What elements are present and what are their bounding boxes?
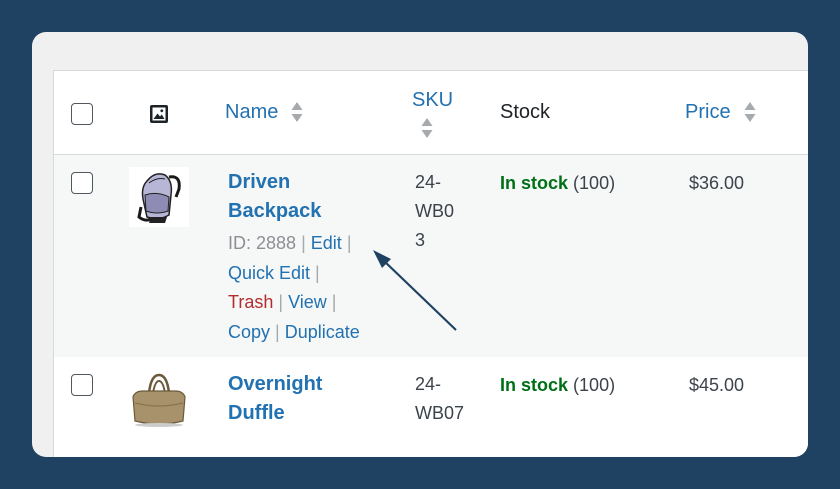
- product-name-link[interactable]: Overnight Duffle: [228, 370, 322, 428]
- product-id: ID: 2888: [228, 233, 297, 253]
- column-header-sku[interactable]: SKU: [412, 88, 453, 112]
- quick-edit-link[interactable]: Quick Edit: [228, 263, 310, 283]
- table-row: Driven Backpack ID: 2888 | Edit | Quick …: [54, 155, 808, 357]
- separator: |: [331, 292, 337, 312]
- stock-count: (100): [573, 375, 616, 395]
- trash-link[interactable]: Trash: [228, 292, 273, 312]
- separator: |: [301, 233, 306, 253]
- separator: |: [315, 262, 320, 283]
- sku-sort-icon[interactable]: [421, 117, 433, 139]
- duffle-bag-image: [132, 373, 186, 427]
- image-column-icon: [150, 105, 168, 123]
- products-table-card: Name SKU Stock Price Driven Backpack ID:…: [32, 32, 808, 457]
- separator: |: [278, 292, 284, 312]
- product-name-link[interactable]: Driven Backpack: [228, 168, 321, 226]
- sku-line: 24-: [415, 172, 442, 192]
- row-checkbox[interactable]: [71, 374, 93, 396]
- product-name-line: Overnight: [228, 373, 323, 395]
- in-stock-label: In stock: [500, 375, 569, 395]
- table-row: Overnight Duffle 24- WB07 In stock (100)…: [54, 357, 808, 457]
- separator: |: [346, 233, 352, 253]
- edit-link[interactable]: Edit: [311, 233, 342, 253]
- products-table: Name SKU Stock Price Driven Backpack ID:…: [53, 70, 808, 457]
- product-thumbnail-duffle[interactable]: [129, 369, 189, 429]
- stock-status: In stock (100): [500, 171, 615, 195]
- duplicate-link[interactable]: Duplicate: [285, 322, 360, 342]
- table-header: Name SKU Stock Price: [54, 71, 808, 155]
- column-header-name[interactable]: Name: [225, 100, 278, 124]
- sku-line: 24-: [415, 374, 442, 394]
- product-name-line: Duffle: [228, 402, 285, 424]
- product-name-line: Backpack: [228, 200, 322, 222]
- sku-line: WB07: [415, 403, 465, 423]
- stock-count: (100): [573, 173, 616, 193]
- backpack-image: [137, 173, 181, 223]
- sku-line: 3: [415, 230, 426, 250]
- product-sku: 24- WB07: [415, 370, 477, 428]
- sku-line: WB0: [415, 201, 455, 221]
- product-sku: 24- WB0 3: [415, 168, 477, 255]
- row-checkbox[interactable]: [71, 172, 93, 194]
- product-thumbnail-backpack[interactable]: [129, 167, 189, 227]
- stock-status: In stock (100): [500, 373, 615, 397]
- price-sort-icon[interactable]: [744, 101, 756, 123]
- product-price: $45.00: [689, 375, 745, 395]
- product-price: $36.00: [689, 173, 745, 193]
- separator: |: [275, 321, 280, 342]
- in-stock-label: In stock: [500, 173, 569, 193]
- copy-link[interactable]: Copy: [228, 322, 270, 342]
- name-sort-icon[interactable]: [291, 101, 303, 123]
- view-link[interactable]: View: [288, 292, 327, 312]
- product-name-line: Driven: [228, 171, 291, 193]
- column-header-stock: Stock: [500, 101, 551, 123]
- row-actions: ID: 2888 | Edit | Quick Edit | Trash | V…: [228, 229, 388, 347]
- column-header-price[interactable]: Price: [685, 100, 731, 124]
- select-all-checkbox[interactable]: [71, 103, 93, 125]
